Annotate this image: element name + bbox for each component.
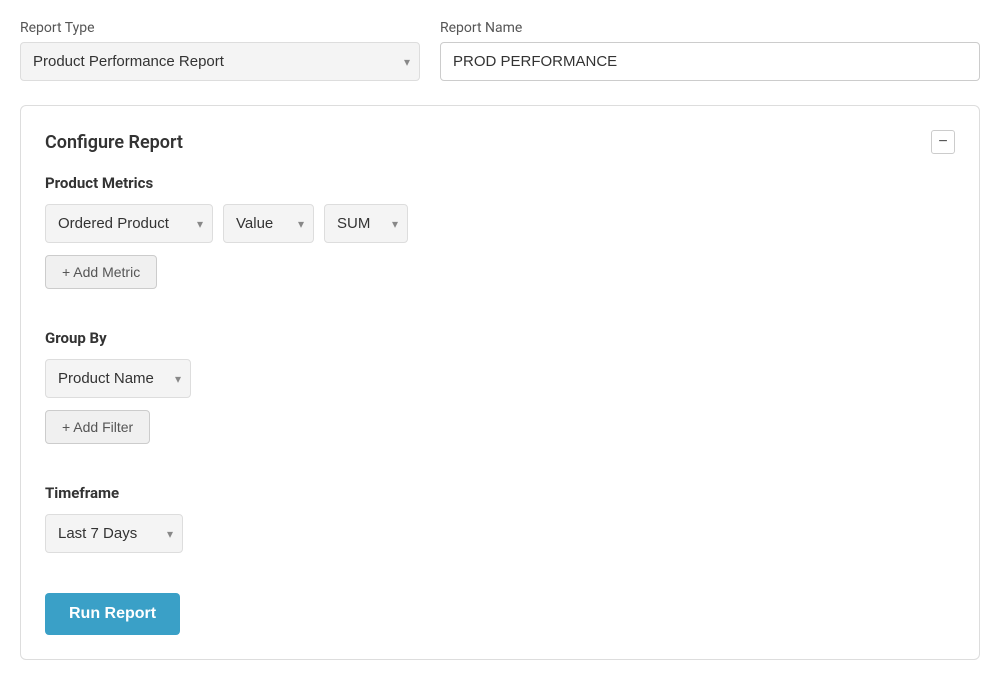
timeframe-section: Timeframe Last 7 Days Last 14 Days Last … <box>45 484 955 553</box>
value-select[interactable]: Value Units Count <box>223 204 314 243</box>
report-name-group: Report Name <box>440 20 980 81</box>
metrics-row: Ordered Product Shipped Product Returned… <box>45 204 955 243</box>
group-by-select-wrapper: Product Name Category SKU ▾ <box>45 359 191 398</box>
report-type-select[interactable]: Product Performance Report Sales Report … <box>20 42 420 81</box>
metric-select[interactable]: Ordered Product Shipped Product Returned… <box>45 204 213 243</box>
configure-header: Configure Report − <box>45 130 955 154</box>
value-select-wrapper: Value Units Count ▾ <box>223 204 314 243</box>
add-metric-button[interactable]: + Add Metric <box>45 255 157 289</box>
report-name-label: Report Name <box>440 20 980 36</box>
agg-select[interactable]: SUM AVG MAX MIN <box>324 204 408 243</box>
group-by-select[interactable]: Product Name Category SKU <box>45 359 191 398</box>
timeframe-select[interactable]: Last 7 Days Last 14 Days Last 30 Days La… <box>45 514 183 553</box>
product-metrics-label: Product Metrics <box>45 174 955 192</box>
group-by-label: Group By <box>45 329 955 347</box>
report-type-label: Report Type <box>20 20 420 36</box>
product-metrics-section: Product Metrics Ordered Product Shipped … <box>45 174 955 309</box>
report-type-group: Report Type Product Performance Report S… <box>20 20 420 81</box>
report-name-input[interactable] <box>440 42 980 81</box>
collapse-icon: − <box>938 134 947 150</box>
agg-select-wrapper: SUM AVG MAX MIN ▾ <box>324 204 408 243</box>
configure-report-card: Configure Report − Product Metrics Order… <box>20 105 980 660</box>
group-by-row: Product Name Category SKU ▾ <box>45 359 955 398</box>
collapse-button[interactable]: − <box>931 130 955 154</box>
timeframe-label: Timeframe <box>45 484 955 502</box>
timeframe-select-wrapper: Last 7 Days Last 14 Days Last 30 Days La… <box>45 514 183 553</box>
configure-report-title: Configure Report <box>45 132 183 153</box>
group-by-section: Group By Product Name Category SKU ▾ + A… <box>45 329 955 464</box>
metric-select-wrapper: Ordered Product Shipped Product Returned… <box>45 204 213 243</box>
run-report-button[interactable]: Run Report <box>45 593 180 635</box>
report-type-select-wrapper: Product Performance Report Sales Report … <box>20 42 420 81</box>
add-filter-button[interactable]: + Add Filter <box>45 410 150 444</box>
